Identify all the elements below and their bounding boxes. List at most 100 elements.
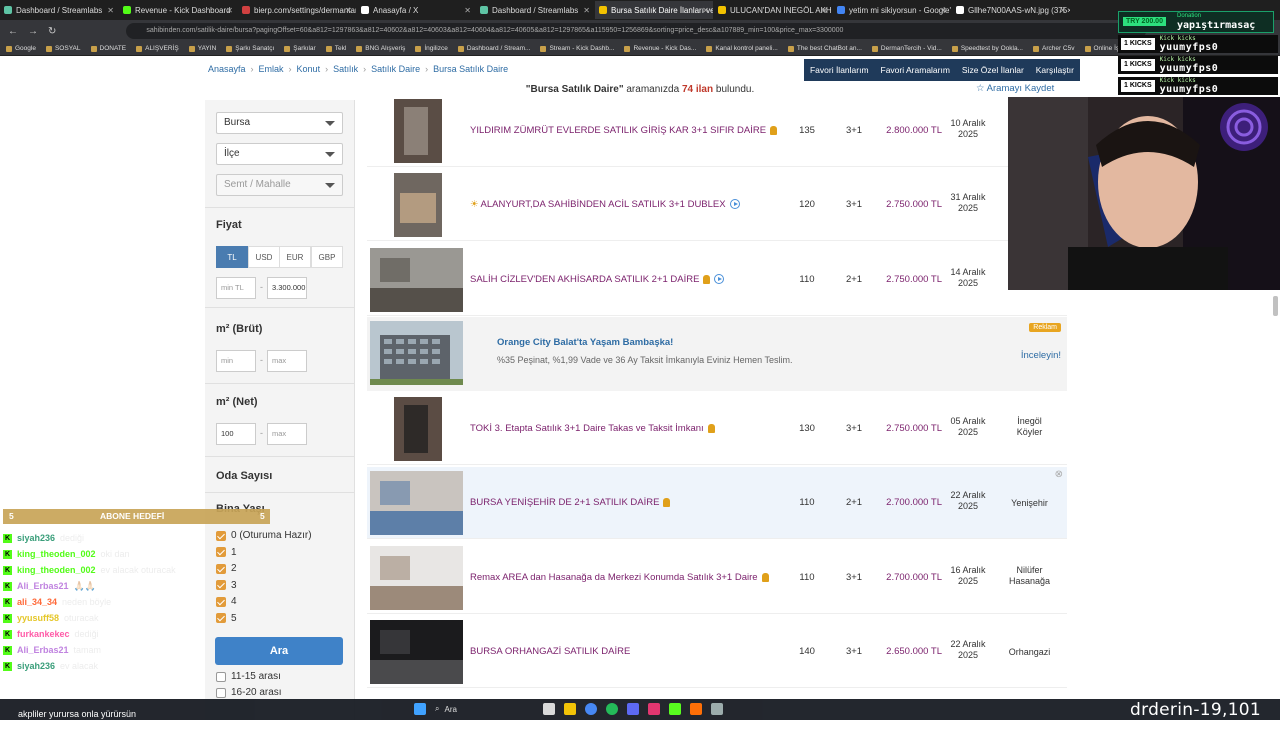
age-option[interactable]: 2	[216, 563, 237, 574]
checkbox-checked[interactable]	[216, 613, 226, 623]
close-icon[interactable]: ✕	[107, 6, 114, 15]
age-option-11-15[interactable]: 11-15 arası	[216, 671, 281, 682]
bookmark-item[interactable]: The best ChatBot an...	[787, 45, 862, 52]
listing-thumbnail[interactable]	[370, 248, 463, 312]
discord-icon[interactable]	[627, 703, 639, 715]
bookmark-item[interactable]: Kanal kontrol paneli...	[706, 45, 778, 52]
listing-thumbnail[interactable]	[370, 173, 463, 237]
media-icon[interactable]	[690, 703, 702, 715]
browser-tab[interactable]: Gllhe7N00AAS-wN.jpg (375×4 ✕	[952, 1, 1070, 19]
back-icon[interactable]: ←	[8, 26, 18, 37]
browser-tab[interactable]: ULUCAN'DAN İNEGÖL AKHİSA✕	[714, 1, 832, 19]
bookmark-item[interactable]: Şarkılar	[284, 45, 316, 52]
age-option[interactable]: 1	[216, 547, 237, 558]
city-select[interactable]: Bursa	[216, 112, 343, 134]
listing-row[interactable]: BURSA YENİŞEHİR DE 2+1 SATILIK DAİRE 110 2…	[367, 467, 1067, 539]
nav-compare[interactable]: Karşılaştır	[1036, 65, 1074, 75]
currency-tl[interactable]: TL	[216, 246, 248, 268]
file-explorer-icon[interactable]	[564, 703, 576, 715]
listing-row[interactable]: SALİH CİZLEV'DEN AKHİSARDA SATILIK 2+1 D…	[367, 244, 1067, 316]
age-option[interactable]: 0 (Oturuma Hazır)	[216, 530, 312, 541]
search-button[interactable]: Ara	[215, 637, 343, 665]
app-icon[interactable]	[711, 703, 723, 715]
listing-row[interactable]: BURSA ORHANGAZİ SATILIK DAİRE 140 3+1 2.650…	[367, 616, 1067, 688]
net-min-input[interactable]: 100	[216, 423, 256, 445]
listing-thumbnail[interactable]	[370, 546, 463, 610]
spotify-icon[interactable]	[606, 703, 618, 715]
browser-tab[interactable]: bierp.com/settings/dermantar ✕	[238, 1, 356, 19]
currency-eur[interactable]: EUR	[279, 246, 311, 268]
page-scrollbar[interactable]	[1273, 296, 1278, 316]
close-icon[interactable]: ✕	[345, 6, 352, 15]
gross-min-input[interactable]: min	[216, 350, 256, 372]
checkbox[interactable]	[216, 687, 226, 698]
listing-title[interactable]: ☀ ALANYURT,DA SAHİBİNDEN ACİL SATILIK 3+1…	[470, 169, 740, 241]
checkbox-checked[interactable]	[216, 563, 226, 574]
url-field[interactable]: sahibinden.com/satilik-daire/bursa?pagin…	[126, 23, 1147, 39]
bookmark-item[interactable]: Dashboard / Stream...	[457, 45, 530, 52]
listing-title[interactable]: SALİH CİZLEV'DEN AKHİSARDA SATILIK 2+1 D…	[470, 244, 725, 316]
listing-row[interactable]: ☀ ALANYURT,DA SAHİBİNDEN ACİL SATILIK 3+1…	[367, 169, 1067, 241]
ad-title[interactable]: Orange City Balat'ta Yaşam Bambaşka!	[497, 337, 673, 348]
close-icon[interactable]: ✕	[226, 6, 233, 15]
listing-thumbnail[interactable]	[370, 620, 463, 684]
breadcrumb-item[interactable]: Anasayfa	[208, 64, 246, 74]
nav-favorite-searches[interactable]: Favori Aramalarım	[881, 65, 950, 75]
listing-row[interactable]: Remax AREA dan Hasanağa da Merkezi Konum…	[367, 542, 1067, 614]
currency-gbp[interactable]: GBP	[311, 246, 343, 268]
close-circle-icon[interactable]: ⊗	[1055, 469, 1063, 480]
bookmark-item[interactable]: ALIŞVERİŞ	[136, 45, 179, 52]
close-icon[interactable]: ✕	[821, 6, 828, 15]
listing-row[interactable]: YILDIRIM ZÜMRÜT EVLERDE SATILIK GİRİŞ KA…	[367, 95, 1067, 167]
save-search-link[interactable]: ☆ Aramayı Kaydet	[976, 83, 1054, 94]
bookmark-item[interactable]: Google	[6, 45, 36, 52]
close-icon[interactable]: ✕	[1059, 6, 1066, 15]
checkbox-checked[interactable]	[216, 596, 226, 607]
price-max-input[interactable]: 3.300.000	[267, 277, 307, 299]
browser-tab[interactable]: Anasayfa / X ✕	[357, 1, 475, 19]
age-option[interactable]: 4	[216, 596, 237, 607]
taskbar-search[interactable]: ⌕ Ara	[435, 703, 535, 715]
checkbox-checked[interactable]	[216, 530, 226, 541]
browser-tab[interactable]: Dashboard / Streamlabs ✕	[476, 1, 594, 19]
browser-tab[interactable]: yetim mi sikiyorsun - Google'd ✕	[833, 1, 951, 19]
listing-title[interactable]: TOKİ 3. Etapta Satılık 3+1 Daire Takas v…	[470, 393, 715, 465]
bookmark-item[interactable]: BNG Alışveriş	[356, 45, 405, 52]
neighborhood-select[interactable]: Semt / Mahalle	[216, 174, 343, 196]
bookmark-item[interactable]: İngilizce	[415, 45, 448, 52]
nav-personal-listings[interactable]: Size Özel İlanlar	[962, 65, 1024, 75]
bookmark-item[interactable]: SOSYAL	[45, 45, 81, 52]
currency-usd[interactable]: USD	[248, 246, 280, 268]
checkbox[interactable]	[216, 671, 226, 682]
checkbox-checked[interactable]	[216, 580, 226, 590]
breadcrumb-item[interactable]: Satılık	[333, 64, 358, 74]
instagram-icon[interactable]	[648, 703, 660, 715]
bookmark-item[interactable]: Stream - Kick Dashb...	[540, 45, 614, 52]
age-option-16-20[interactable]: 16-20 arası	[216, 687, 282, 698]
listing-thumbnail[interactable]	[370, 397, 463, 461]
net-max-input[interactable]: max	[267, 423, 307, 445]
reload-icon[interactable]: ↻	[48, 26, 56, 37]
listing-title[interactable]: Remax AREA dan Hasanağa da Merkezi Konum…	[470, 542, 769, 614]
chrome-icon[interactable]	[585, 703, 597, 715]
kick-icon[interactable]	[669, 703, 681, 715]
bookmark-item[interactable]: YAYIN	[188, 45, 216, 52]
bookmark-item[interactable]: Speedtest by Ookla...	[951, 45, 1023, 52]
listing-thumbnail[interactable]	[370, 99, 463, 163]
checkbox-checked[interactable]	[216, 547, 226, 557]
windows-start-icon[interactable]	[414, 703, 426, 715]
listing-title[interactable]: YILDIRIM ZÜMRÜT EVLERDE SATILIK GİRİŞ KA…	[470, 95, 778, 167]
close-icon[interactable]: ✕	[940, 6, 947, 15]
breadcrumb-item[interactable]: Emlak	[259, 64, 284, 74]
close-icon[interactable]: ✕	[702, 6, 709, 15]
browser-tab[interactable]: Dashboard / Streamlabs ✕	[0, 1, 118, 19]
nav-favorite-listings[interactable]: Favori İlanlarım	[810, 65, 869, 75]
listing-row[interactable]: TOKİ 3. Etapta Satılık 3+1 Daire Takas v…	[367, 393, 1067, 465]
close-icon[interactable]: ✕	[464, 6, 471, 15]
task-view-icon[interactable]	[543, 703, 555, 715]
breadcrumb-item[interactable]: Satılık Daire	[371, 64, 420, 74]
ad-link[interactable]: İnceleyin!	[1021, 350, 1061, 361]
district-select[interactable]: İlçe	[216, 143, 343, 165]
bookmark-item[interactable]: DONATE	[90, 45, 126, 52]
gross-max-input[interactable]: max	[267, 350, 307, 372]
